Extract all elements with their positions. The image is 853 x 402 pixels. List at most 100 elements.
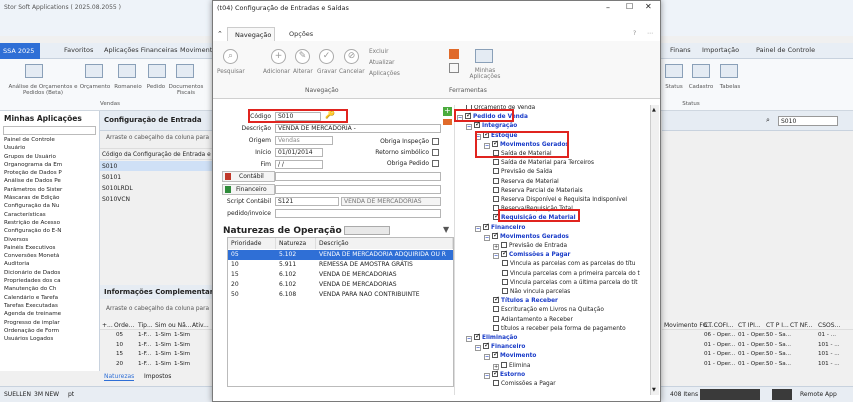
app-tree-item[interactable]: Calendário e Tarefa	[0, 295, 99, 303]
info-col[interactable]: Ativ...	[192, 322, 209, 329]
main-row[interactable]: S010	[100, 161, 212, 171]
app-tree-item[interactable]: Características	[0, 212, 99, 220]
tree-checkbox[interactable]	[483, 222, 490, 231]
tree-checkbox[interactable]	[492, 369, 499, 378]
right-table-row[interactable]: 06 - Oper... 01 - Oper... 50 - Sa... 01 - .…	[662, 331, 853, 340]
tree-checkbox[interactable]	[493, 159, 499, 166]
more-icon[interactable]: ⋯	[647, 30, 653, 37]
tree-checkbox[interactable]	[501, 361, 507, 368]
right-col[interactable]: CT P I...	[766, 322, 789, 329]
minimize-icon[interactable]: –	[606, 3, 610, 12]
print-icon[interactable]	[449, 63, 459, 73]
app-tree-item[interactable]: Dicionário de Dados	[0, 270, 99, 278]
tree-checkbox[interactable]	[502, 269, 508, 276]
tree-checkbox[interactable]	[493, 186, 499, 193]
app-tree-item[interactable]: Restrição de Acesso	[0, 220, 99, 228]
collapse-icon[interactable]: −	[475, 225, 481, 232]
app-tree-item[interactable]: Painéis Executivos	[0, 245, 99, 253]
tree-node[interactable]: Adiantamento a Receber	[493, 315, 573, 325]
info-table-row[interactable]: 15 1-F... 1-Sim 1-Sim	[100, 350, 212, 359]
tab-navegacao[interactable]: Navegação	[227, 27, 275, 41]
collapse-icon[interactable]: −	[466, 124, 472, 131]
search-icon[interactable]: ⌕	[223, 49, 238, 64]
remove-nature-icon[interactable]	[443, 119, 452, 125]
main-row[interactable]: S010LRDL	[100, 183, 212, 193]
tree-node[interactable]: Vincula parcelas com a última parcela do…	[502, 278, 638, 288]
descricao-input[interactable]: VENDA DE MERCADORIA -	[275, 124, 441, 133]
excluir-label[interactable]: Excluir	[369, 49, 388, 55]
info-col[interactable]: Sim ou Nã...	[155, 322, 192, 329]
collapse-icon[interactable]: ⌃	[217, 30, 223, 38]
tree-node[interactable]: − Estorno	[484, 369, 525, 380]
tree-checkbox[interactable]	[502, 288, 508, 294]
info-col[interactable]: +...	[102, 322, 113, 329]
fim-input[interactable]: / /	[275, 160, 323, 169]
tab-impostos[interactable]: Impostos	[144, 373, 171, 380]
obriga-pedido-checkbox[interactable]	[432, 160, 439, 167]
app-tree-item[interactable]: Diversos	[0, 237, 99, 245]
tree-node[interactable]: − Financeiro	[475, 222, 525, 233]
inicio-input[interactable]: 01/01/2014	[275, 148, 323, 157]
tree-node[interactable]: − Movimento	[484, 350, 536, 361]
financeiro-button[interactable]: Financeiro	[222, 184, 275, 195]
contabil-button[interactable]: Contábil	[222, 171, 275, 182]
tree-node[interactable]: títulos a receber pela forma de pagament…	[493, 324, 626, 334]
minhas-aplicacoes-icon[interactable]	[475, 49, 493, 63]
main-row[interactable]: S0101	[100, 172, 212, 182]
tab-importacao[interactable]: Importação	[702, 46, 739, 54]
col-natureza[interactable]: Natureza	[276, 238, 316, 249]
tree-scrollbar[interactable]: ▲ ▼	[650, 105, 659, 395]
col-prioridade[interactable]: Prioridade	[228, 238, 276, 249]
tree-checkbox[interactable]	[493, 168, 499, 175]
status-icon[interactable]	[665, 64, 683, 78]
collapse-icon[interactable]: −	[484, 354, 490, 361]
company-badge[interactable]: SSA 2025	[0, 43, 40, 59]
naturezas-row[interactable]: 10 5.911 REMESSA DE AMOSTRA GRÁTIS	[228, 260, 453, 270]
atualizar-label[interactable]: Atualizar	[369, 60, 395, 66]
main-column-header[interactable]: Código da Configuração de Entrada e	[100, 148, 212, 160]
tab-painel-controle[interactable]: Painel de Controle	[756, 46, 815, 54]
naturezas-row[interactable]: 50 6.108 VENDA PARA NAO CONTRIBUINTE	[228, 290, 453, 300]
right-table-row[interactable]: 01 - Oper... 01 - Oper... 50 - Sa... 101 - …	[662, 350, 853, 359]
collapse-icon[interactable]: −	[484, 234, 490, 241]
tree-checkbox[interactable]	[502, 278, 508, 285]
tab-opcoes[interactable]: Opções	[289, 30, 313, 38]
tree-checkbox[interactable]	[493, 295, 500, 304]
tree-checkbox[interactable]	[493, 306, 499, 313]
tree-node[interactable]: − Movimentos Gerados	[484, 231, 569, 242]
app-tree-item[interactable]: Propriedades dos ca	[0, 278, 99, 286]
tree-checkbox[interactable]	[474, 332, 481, 341]
tree-node[interactable]: Saída de Material para Terceiros	[493, 159, 594, 168]
tree-checkbox[interactable]	[502, 260, 508, 267]
tree-node[interactable]: Reserva Parcial de Materiais	[493, 186, 583, 196]
tree-checkbox[interactable]	[474, 120, 481, 129]
pesquisar-label[interactable]: Pesquisar	[217, 69, 245, 75]
app-tree-item[interactable]: Progresso de implar	[0, 320, 99, 328]
tree-checkbox[interactable]	[493, 315, 499, 322]
cancelar-label[interactable]: Cancelar	[339, 69, 365, 75]
romaneio-icon[interactable]	[118, 64, 136, 78]
col-descricao[interactable]: Descrição	[316, 238, 453, 249]
info-col[interactable]: Tip...	[138, 322, 153, 329]
app-tree-item[interactable]: Conversões Monetá	[0, 253, 99, 261]
documentos-icon[interactable]	[176, 64, 194, 78]
info-table-row[interactable]: 10 1-F... 1-Sim 1-Sim	[100, 341, 212, 350]
right-col[interactable]: CT COFI...	[704, 322, 734, 329]
right-col[interactable]: CT NF...	[790, 322, 812, 329]
contabil-input[interactable]	[275, 172, 441, 181]
app-tree-item[interactable]: Usuários Logados	[0, 336, 99, 344]
filter-icon[interactable]: ▼	[443, 225, 449, 234]
tree-node[interactable]: − Financeiro	[475, 341, 525, 352]
cadastro-icon[interactable]	[692, 64, 710, 78]
script-contabil-input[interactable]: S121	[275, 197, 339, 206]
tabelas-icon[interactable]	[720, 64, 738, 78]
orcamento-icon[interactable]	[85, 64, 103, 78]
tab-naturezas[interactable]: Naturezas	[104, 373, 135, 381]
info-table-row[interactable]: 05 1-F... 1-Sim 1-Sim	[100, 331, 212, 340]
right-col[interactable]: CT IPI...	[738, 322, 761, 329]
adicionar-label[interactable]: Adicionar	[263, 69, 290, 75]
aplicacoes-label[interactable]: Aplicações	[369, 71, 400, 77]
tree-node[interactable]: − Comissões a Pagar	[493, 249, 570, 260]
app-tree-item[interactable]: Grupos de Usuário	[0, 154, 99, 162]
analise-icon[interactable]	[25, 64, 43, 78]
